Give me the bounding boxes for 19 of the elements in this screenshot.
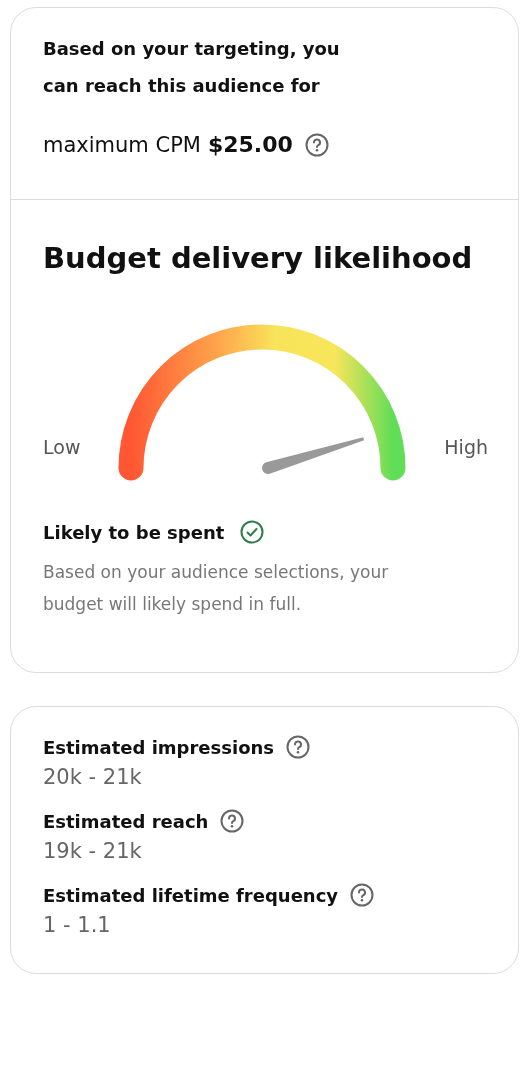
targeting-text: Based on your targeting, you can reach this audience for xyxy=(43,37,341,98)
high-label: High xyxy=(444,436,488,458)
cpm-label: maximum CPM xyxy=(43,132,201,157)
estimate-label: Estimated lifetime frequency xyxy=(43,884,339,906)
estimate-value: 20k - 21k xyxy=(43,765,143,789)
help-icon[interactable] xyxy=(220,809,245,833)
cpm-value: $25.00 xyxy=(207,132,293,157)
estimate-value: 19k - 21k xyxy=(43,839,143,863)
help-icon[interactable] xyxy=(350,883,375,907)
estimate-label: Estimated impressions xyxy=(43,736,275,758)
help-icon[interactable] xyxy=(304,132,329,157)
help-icon[interactable] xyxy=(286,735,311,759)
low-label: Low xyxy=(43,436,81,458)
estimate-label: Estimated reach xyxy=(43,810,209,832)
status-description: Based on your audience selections, your budget will likely spend in full. xyxy=(43,561,390,616)
section-title: Budget delivery likelihood xyxy=(43,241,474,275)
status-label: Likely to be spent xyxy=(43,521,225,543)
check-icon xyxy=(240,520,265,544)
estimate-value: 1 - 1.1 xyxy=(43,913,112,937)
